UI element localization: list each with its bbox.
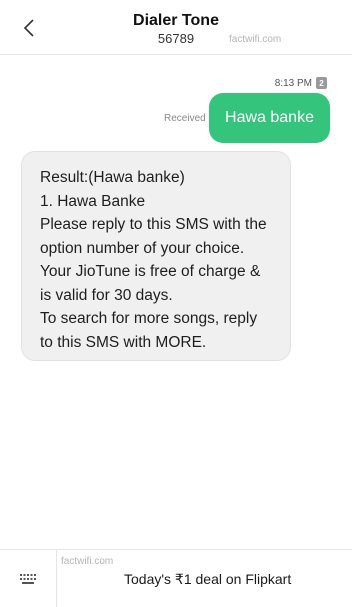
divider — [56, 550, 57, 607]
message-line: is valid for 30 days. — [40, 286, 173, 304]
watermark: factwifi.com — [61, 556, 114, 567]
message-timestamp: 8:13 PM 2 — [275, 77, 327, 89]
timestamp-text: 8:13 PM — [274, 77, 312, 89]
sim-badge: 2 — [316, 77, 327, 89]
compose-bar: factwifi.com Today's ₹1 deal on Flipkart — [0, 549, 352, 607]
keypad-button[interactable] — [0, 550, 56, 607]
message-line: to this SMS with MORE. — [40, 333, 207, 351]
message-status: Received — [164, 113, 206, 124]
promo-banner[interactable]: Today's ₹1 deal on Flipkart — [124, 571, 291, 588]
message-line: Please reply to this SMS with the — [40, 216, 267, 233]
sent-message-text: Hawa banke — [225, 109, 314, 126]
message-line: 1. Hawa Banke — [40, 192, 146, 210]
sent-message-bubble[interactable]: Hawa banke — [209, 93, 330, 143]
contact-number: 56789 — [157, 31, 195, 46]
message-line: To search for more songs, reply — [40, 310, 258, 327]
watermark: factwifi.com — [229, 34, 282, 45]
received-message-bubble[interactable]: Result:(Hawa banke) 1. Hawa Banke Please… — [21, 151, 291, 361]
message-line: Result:(Hawa banke) — [40, 169, 185, 186]
contact-name: Dialer Tone — [133, 12, 219, 29]
keypad-icon — [20, 573, 36, 584]
message-line: Your JioTune is free of charge & — [40, 263, 261, 280]
message-line: option number of your choice. — [40, 239, 245, 257]
conversation-header: Dialer Tone 56789 factwifi.com — [0, 0, 352, 55]
